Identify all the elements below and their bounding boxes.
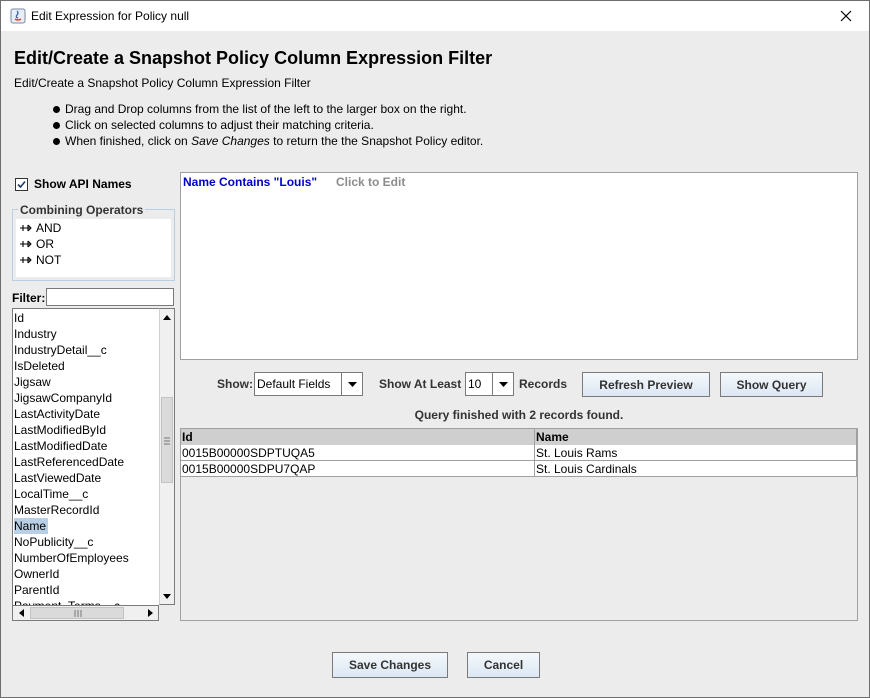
- query-status-text: Query finished with 2 records found.: [414, 408, 624, 422]
- instruction-1: Drag and Drop columns from the list of t…: [53, 102, 467, 116]
- operator-or[interactable]: OR: [19, 237, 54, 251]
- combining-operators-title: Combining Operators: [18, 203, 146, 217]
- table-cell-name[interactable]: St. Louis Rams: [535, 445, 857, 461]
- combining-operators-group: Combining Operators AND OR NOT: [12, 203, 175, 281]
- arrow-down-icon: [163, 593, 171, 599]
- scroll-left-button[interactable]: [13, 606, 29, 620]
- table-cell-id[interactable]: 0015B00000SDPTUQA5: [181, 445, 535, 461]
- instruction-3: When finished, click on Save Changes to …: [53, 134, 483, 148]
- save-changes-button[interactable]: Save Changes: [332, 652, 448, 678]
- cancel-button[interactable]: Cancel: [467, 652, 540, 678]
- show-api-names-checkbox[interactable]: Show API Names: [15, 177, 132, 191]
- title-bar: Edit Expression for Policy null: [1, 1, 869, 31]
- chevron-down-icon: [498, 381, 508, 387]
- fields-list[interactable]: Id Industry IndustryDetail__c IsDeleted …: [12, 308, 160, 606]
- scroll-up-button[interactable]: [160, 309, 174, 325]
- list-item[interactable]: ParentId: [14, 582, 59, 598]
- save-changes-emphasis: Save Changes: [191, 134, 270, 148]
- filter-label: Filter:: [12, 291, 46, 305]
- fields-vertical-scrollbar[interactable]: [159, 308, 175, 605]
- scroll-corner: [159, 605, 175, 621]
- table-cell-id[interactable]: 0015B00000SDPU7QAP: [181, 461, 535, 477]
- list-item[interactable]: LastModifiedDate: [14, 438, 107, 454]
- scroll-right-button[interactable]: [142, 606, 158, 620]
- operator-icon: [20, 240, 32, 248]
- column-header-id[interactable]: Id: [181, 429, 535, 445]
- show-label: Show:: [217, 377, 253, 391]
- list-item[interactable]: IndustryDetail__c: [14, 342, 107, 358]
- show-query-button[interactable]: Show Query: [720, 372, 823, 397]
- bullet-icon: [53, 121, 60, 129]
- dropdown-button[interactable]: [341, 373, 362, 395]
- vertical-scroll-thumb[interactable]: [161, 397, 173, 483]
- checkbox-box[interactable]: [15, 177, 28, 191]
- list-item[interactable]: NoPublicity__c: [14, 534, 93, 550]
- table-header: Id Name: [181, 429, 857, 445]
- horizontal-scroll-thumb[interactable]: [30, 607, 124, 619]
- list-item[interactable]: LastViewedDate: [14, 470, 101, 486]
- fields-horizontal-scrollbar[interactable]: [12, 605, 159, 621]
- records-count-value: 10: [468, 377, 482, 391]
- list-item[interactable]: OwnerId: [14, 566, 59, 582]
- list-item[interactable]: IsDeleted: [14, 358, 65, 374]
- operators-list: AND OR NOT: [16, 219, 171, 277]
- page-title: Edit/Create a Snapshot Policy Column Exp…: [14, 48, 493, 68]
- arrow-right-icon: [147, 609, 153, 617]
- show-fields-select[interactable]: Default Fields: [254, 372, 363, 396]
- close-icon: [840, 10, 852, 22]
- instruction-2: Click on selected columns to adjust thei…: [53, 118, 374, 132]
- list-item[interactable]: MasterRecordId: [14, 502, 99, 518]
- grip-icon: [74, 610, 82, 617]
- operator-icon: [20, 256, 32, 264]
- click-to-edit-hint[interactable]: Click to Edit: [336, 175, 405, 189]
- operator-not[interactable]: NOT: [19, 253, 61, 267]
- refresh-preview-button[interactable]: Refresh Preview: [582, 372, 710, 397]
- close-button[interactable]: [823, 1, 869, 31]
- list-item[interactable]: LastActivityDate: [14, 406, 100, 422]
- list-item[interactable]: Jigsaw: [14, 374, 51, 390]
- chevron-down-icon: [347, 381, 357, 387]
- page-subtitle: Edit/Create a Snapshot Policy Column Exp…: [14, 76, 311, 90]
- show-fields-value: Default Fields: [257, 377, 331, 391]
- bullet-icon: [53, 105, 60, 113]
- column-header-name[interactable]: Name: [535, 429, 857, 445]
- window-title: Edit Expression for Policy null: [31, 9, 190, 23]
- arrow-up-icon: [163, 314, 171, 320]
- records-label: Records: [519, 377, 568, 391]
- records-count-select[interactable]: 10: [465, 372, 514, 396]
- grip-icon: [164, 437, 170, 445]
- checkmark-icon: [17, 180, 26, 188]
- list-item[interactable]: Industry: [14, 326, 57, 342]
- operator-icon: [20, 224, 32, 232]
- table-cell-name[interactable]: St. Louis Cardinals: [535, 461, 857, 477]
- dropdown-button[interactable]: [492, 373, 513, 395]
- expression-criteria[interactable]: Name Contains "Louis": [183, 175, 317, 189]
- list-item[interactable]: LocalTime__c: [14, 486, 88, 502]
- operator-and[interactable]: AND: [19, 221, 61, 235]
- show-api-names-label: Show API Names: [34, 177, 132, 191]
- list-item[interactable]: NumberOfEmployees: [14, 550, 129, 566]
- filter-input[interactable]: [46, 288, 174, 306]
- list-item[interactable]: LastModifiedById: [14, 422, 106, 438]
- java-app-icon: [10, 8, 26, 24]
- dialog-window: Edit Expression for Policy null Edit/Cre…: [0, 0, 870, 698]
- results-table: Id Name 0015B00000SDPTUQA5 St. Louis Ram…: [180, 428, 858, 621]
- expression-drop-area[interactable]: Name Contains "Louis" Click to Edit: [180, 172, 858, 360]
- bullet-icon: [53, 137, 60, 145]
- arrow-left-icon: [18, 609, 24, 617]
- list-item[interactable]: LastReferencedDate: [14, 454, 124, 470]
- list-item-selected[interactable]: Name: [14, 518, 49, 534]
- show-at-least-label: Show At Least: [379, 377, 462, 391]
- list-item[interactable]: Id: [14, 310, 24, 326]
- scroll-down-button[interactable]: [160, 588, 174, 604]
- list-item[interactable]: JigsawCompanyId: [14, 390, 112, 406]
